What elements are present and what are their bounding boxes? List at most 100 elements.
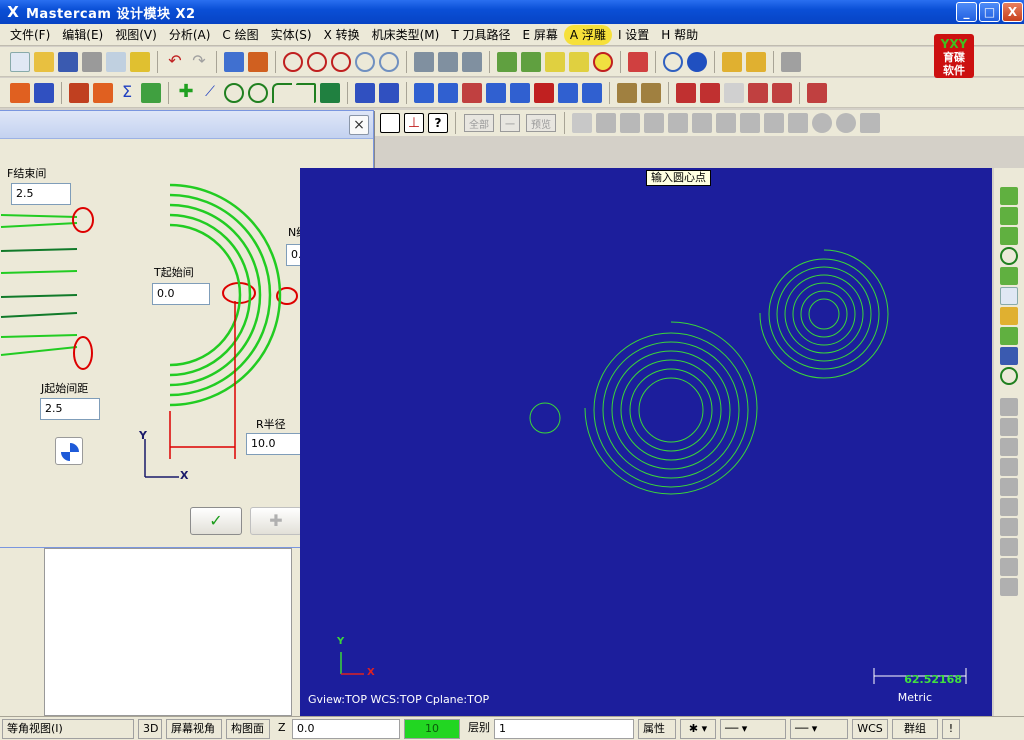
point-icon[interactable]: ✚ (176, 82, 196, 103)
axis-icon[interactable] (380, 113, 400, 133)
level-input[interactable]: 1 (494, 718, 634, 739)
open-file-icon[interactable] (34, 51, 54, 72)
rectangle-icon[interactable] (320, 82, 340, 103)
menu-solids[interactable]: 实体(S) (265, 25, 318, 45)
groups-button[interactable]: 群组 (892, 718, 938, 739)
repaint-icon[interactable] (224, 51, 244, 72)
line-style-dropdown[interactable]: ── ▾ (720, 718, 786, 739)
fit-icon[interactable] (283, 51, 303, 72)
translate-icon[interactable] (414, 82, 434, 103)
front-cube-icon[interactable] (1000, 227, 1018, 245)
sphere-icon[interactable] (687, 51, 707, 72)
ok-button[interactable]: ✓ (190, 507, 242, 535)
contour-icon[interactable] (641, 82, 661, 103)
disk-icon[interactable] (1000, 347, 1018, 365)
line-width-dropdown[interactable]: ── ▾ (790, 718, 848, 739)
menu-xform[interactable]: X 转换 (318, 25, 366, 45)
save-icon[interactable] (58, 51, 78, 72)
scale-icon[interactable] (486, 82, 506, 103)
tool-edit-icon[interactable] (438, 51, 458, 72)
iso-cube-icon[interactable] (1000, 187, 1018, 205)
tool-icon[interactable] (414, 51, 434, 72)
point-style-dropdown[interactable]: ✱ ▾ (680, 718, 716, 739)
top-cube-icon[interactable] (1000, 207, 1018, 225)
undo-icon[interactable]: ↶ (165, 51, 185, 72)
fillet-icon[interactable] (272, 82, 292, 103)
minimize-button[interactable]: _ (956, 2, 977, 22)
spiral-tool-icon[interactable] (1000, 247, 1018, 265)
curve-icon[interactable] (355, 82, 375, 103)
menu-edit[interactable]: 编辑(E) (56, 25, 109, 45)
grid-icon[interactable] (676, 82, 696, 103)
stretch-icon[interactable] (582, 82, 602, 103)
shaded-cube-icon[interactable] (1000, 327, 1018, 345)
menu-screen[interactable]: E 屏幕 (517, 25, 564, 45)
properties-icon[interactable] (130, 51, 150, 72)
menu-art[interactable]: A 浮雕 (563, 24, 612, 45)
menu-toolpaths[interactable]: T 刀具路径 (445, 25, 516, 45)
apply-button[interactable]: ✚ (250, 507, 302, 535)
machine-icon[interactable] (807, 82, 827, 103)
menu-view[interactable]: 视图(V) (109, 25, 163, 45)
regen-icon[interactable] (248, 51, 268, 72)
close-button[interactable]: X (1002, 2, 1023, 22)
side-view-icon[interactable] (569, 51, 589, 72)
table-icon[interactable] (700, 82, 720, 103)
menu-create[interactable]: C 绘图 (216, 25, 264, 45)
operations-list[interactable] (44, 548, 292, 716)
menu-settings[interactable]: I 设置 (612, 25, 655, 45)
surface-icon[interactable] (379, 82, 399, 103)
color-icon[interactable] (93, 82, 113, 103)
mirror-icon[interactable] (462, 82, 482, 103)
wcs-button[interactable]: WCS (852, 718, 888, 739)
view-button[interactable]: 等角视图(I) (2, 718, 134, 739)
pencil-tool-icon[interactable] (1000, 307, 1018, 325)
wcs-origin-icon[interactable]: ⊥ (404, 113, 424, 133)
spiral-icon[interactable] (248, 82, 268, 103)
graphics-window[interactable]: 输入圆心点 Y X Gview:TOP WCS:TOP Cplane:TOP 6… (300, 168, 992, 716)
tag-icon[interactable] (748, 82, 768, 103)
circle-icon[interactable] (224, 82, 244, 103)
zoom-window-icon[interactable] (307, 51, 327, 72)
wireframe-shade-icon[interactable] (593, 51, 613, 72)
level-color-button[interactable]: 10 (404, 718, 460, 739)
status-help-button[interactable]: ! (942, 718, 960, 739)
new-file-icon[interactable] (10, 51, 30, 72)
magic-wand-icon[interactable] (746, 51, 766, 72)
t-start-spacing-input[interactable]: 0.0 (152, 283, 210, 305)
sum-icon[interactable]: Σ (117, 82, 137, 103)
dimension-icon[interactable] (10, 82, 30, 103)
front-view-icon[interactable] (545, 51, 565, 72)
selection-preview-field[interactable]: 预览 (526, 114, 556, 132)
selection-all-field[interactable]: 全部 (464, 114, 494, 132)
page-icon[interactable] (1000, 287, 1018, 305)
trim-icon[interactable] (69, 82, 89, 103)
selection-single-field[interactable]: 一 (500, 114, 520, 132)
line-icon[interactable]: ⟋ (200, 83, 220, 103)
print-icon[interactable] (82, 51, 102, 72)
offset-icon[interactable] (510, 82, 530, 103)
tool-settings-icon[interactable] (462, 51, 482, 72)
chamfer-icon[interactable] (296, 82, 316, 103)
screen-view-button[interactable]: 屏幕视角 (166, 718, 222, 739)
helix-tool-icon[interactable] (1000, 267, 1018, 285)
help-icon[interactable]: ? (428, 113, 448, 133)
drill-icon[interactable] (617, 82, 637, 103)
maximize-button[interactable]: □ (979, 2, 1000, 22)
attributes-icon[interactable] (141, 82, 161, 103)
rotate-icon[interactable] (438, 82, 458, 103)
j-start-spacing-input[interactable]: 2.5 (40, 398, 100, 420)
iso-view-icon[interactable] (497, 51, 517, 72)
cube-shade-icon[interactable] (628, 51, 648, 72)
print-preview-icon[interactable] (106, 51, 126, 72)
r-radius-input[interactable]: 10.0 (246, 433, 304, 455)
menu-file[interactable]: 文件(F) (4, 25, 56, 45)
attributes-button[interactable]: 属性 (638, 718, 676, 739)
f-end-spacing-input[interactable]: 2.5 (11, 183, 71, 205)
pencil-icon[interactable] (722, 51, 742, 72)
project-icon[interactable] (534, 82, 554, 103)
menu-machine-type[interactable]: 机床类型(M) (366, 25, 446, 45)
redo-icon[interactable]: ↷ (189, 51, 209, 72)
globe-icon[interactable] (663, 51, 683, 72)
document-icon[interactable] (724, 82, 744, 103)
